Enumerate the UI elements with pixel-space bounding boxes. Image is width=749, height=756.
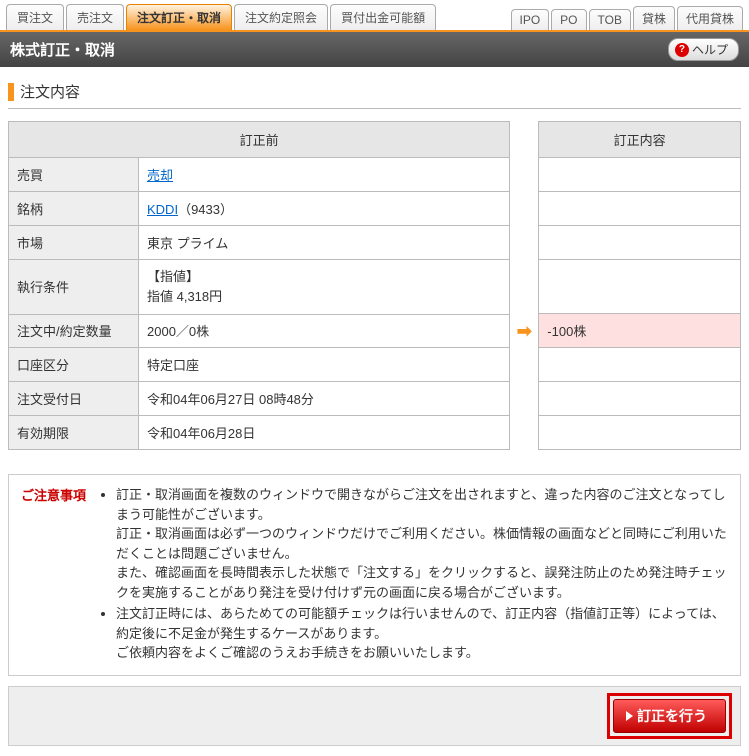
trade-type-link[interactable]: 売却 xyxy=(147,168,173,183)
notice-list: 訂正・取消画面を複数のウィンドウで開きながらご注文を出されますと、違った内容のご… xyxy=(98,485,728,665)
tab-tob[interactable]: TOB xyxy=(589,9,631,30)
table-row: 執行条件【指値】指値 4,318円 xyxy=(9,259,510,314)
list-item: 訂正・取消画面を複数のウィンドウで開きながらご注文を出されますと、違った内容のご… xyxy=(116,485,728,602)
table-row xyxy=(539,348,741,382)
table-row xyxy=(539,260,741,314)
tab-available-amount[interactable]: 買付出金可能額 xyxy=(330,4,436,30)
submit-highlight: 訂正を行う xyxy=(607,693,732,739)
tab-sub-lending[interactable]: 代用貸株 xyxy=(677,6,743,30)
before-table: 訂正前 売買売却 銘柄KDDI（9433） 市場東京 プライム 執行条件【指値】… xyxy=(8,121,510,450)
list-item: 注文訂正時には、あらためての可能額チェックは行いませんので、訂正内容（指値訂正等… xyxy=(116,604,728,663)
page-title: 株式訂正・取消 xyxy=(10,39,115,60)
table-row: 有効期限令和04年06月28日 xyxy=(9,416,510,450)
tab-bar: 買注文 売注文 注文訂正・取消 注文約定照会 買付出金可能額 IPO PO TO… xyxy=(0,0,749,30)
table-row: 注文中/約定数量2000／0株 xyxy=(9,314,510,348)
table-row xyxy=(539,416,741,450)
tab-po[interactable]: PO xyxy=(551,9,586,30)
stock-link[interactable]: KDDI xyxy=(147,202,178,217)
arrow-column: ➡ xyxy=(518,121,530,450)
title-bar: 株式訂正・取消 ? ヘルプ xyxy=(0,30,749,67)
tab-buy[interactable]: 買注文 xyxy=(6,4,64,30)
footer-bar: 訂正を行う xyxy=(8,686,741,746)
tab-modify-cancel[interactable]: 注文訂正・取消 xyxy=(126,4,232,30)
submit-button[interactable]: 訂正を行う xyxy=(613,699,726,733)
table-row: 売買売却 xyxy=(9,158,510,192)
tab-lending[interactable]: 貸株 xyxy=(633,6,675,30)
change-header: 訂正内容 xyxy=(539,122,741,158)
section-header: 注文内容 xyxy=(8,81,741,102)
table-row xyxy=(539,226,741,260)
tab-sell[interactable]: 売注文 xyxy=(66,4,124,30)
table-row: -100株 xyxy=(539,314,741,348)
notice-label: ご注意事項 xyxy=(21,485,86,665)
arrow-icon: ➡ xyxy=(517,321,532,342)
table-row xyxy=(539,192,741,226)
change-table: 訂正内容 -100株 xyxy=(538,121,741,450)
quantity-change-cell: -100株 xyxy=(539,314,741,348)
help-button[interactable]: ? ヘルプ xyxy=(668,38,739,61)
table-row: 市場東京 プライム xyxy=(9,225,510,259)
table-row: 注文受付日令和04年06月27日 08時48分 xyxy=(9,382,510,416)
notice-box: ご注意事項 訂正・取消画面を複数のウィンドウで開きながらご注文を出されますと、違… xyxy=(8,474,741,676)
table-row: 銘柄KDDI（9433） xyxy=(9,191,510,225)
tab-ipo[interactable]: IPO xyxy=(511,9,550,30)
play-icon xyxy=(626,711,633,721)
table-row xyxy=(539,382,741,416)
table-row xyxy=(539,158,741,192)
table-row: 口座区分特定口座 xyxy=(9,348,510,382)
help-icon: ? xyxy=(675,43,689,57)
tab-order-inquiry[interactable]: 注文約定照会 xyxy=(234,4,328,30)
before-header: 訂正前 xyxy=(9,122,510,158)
